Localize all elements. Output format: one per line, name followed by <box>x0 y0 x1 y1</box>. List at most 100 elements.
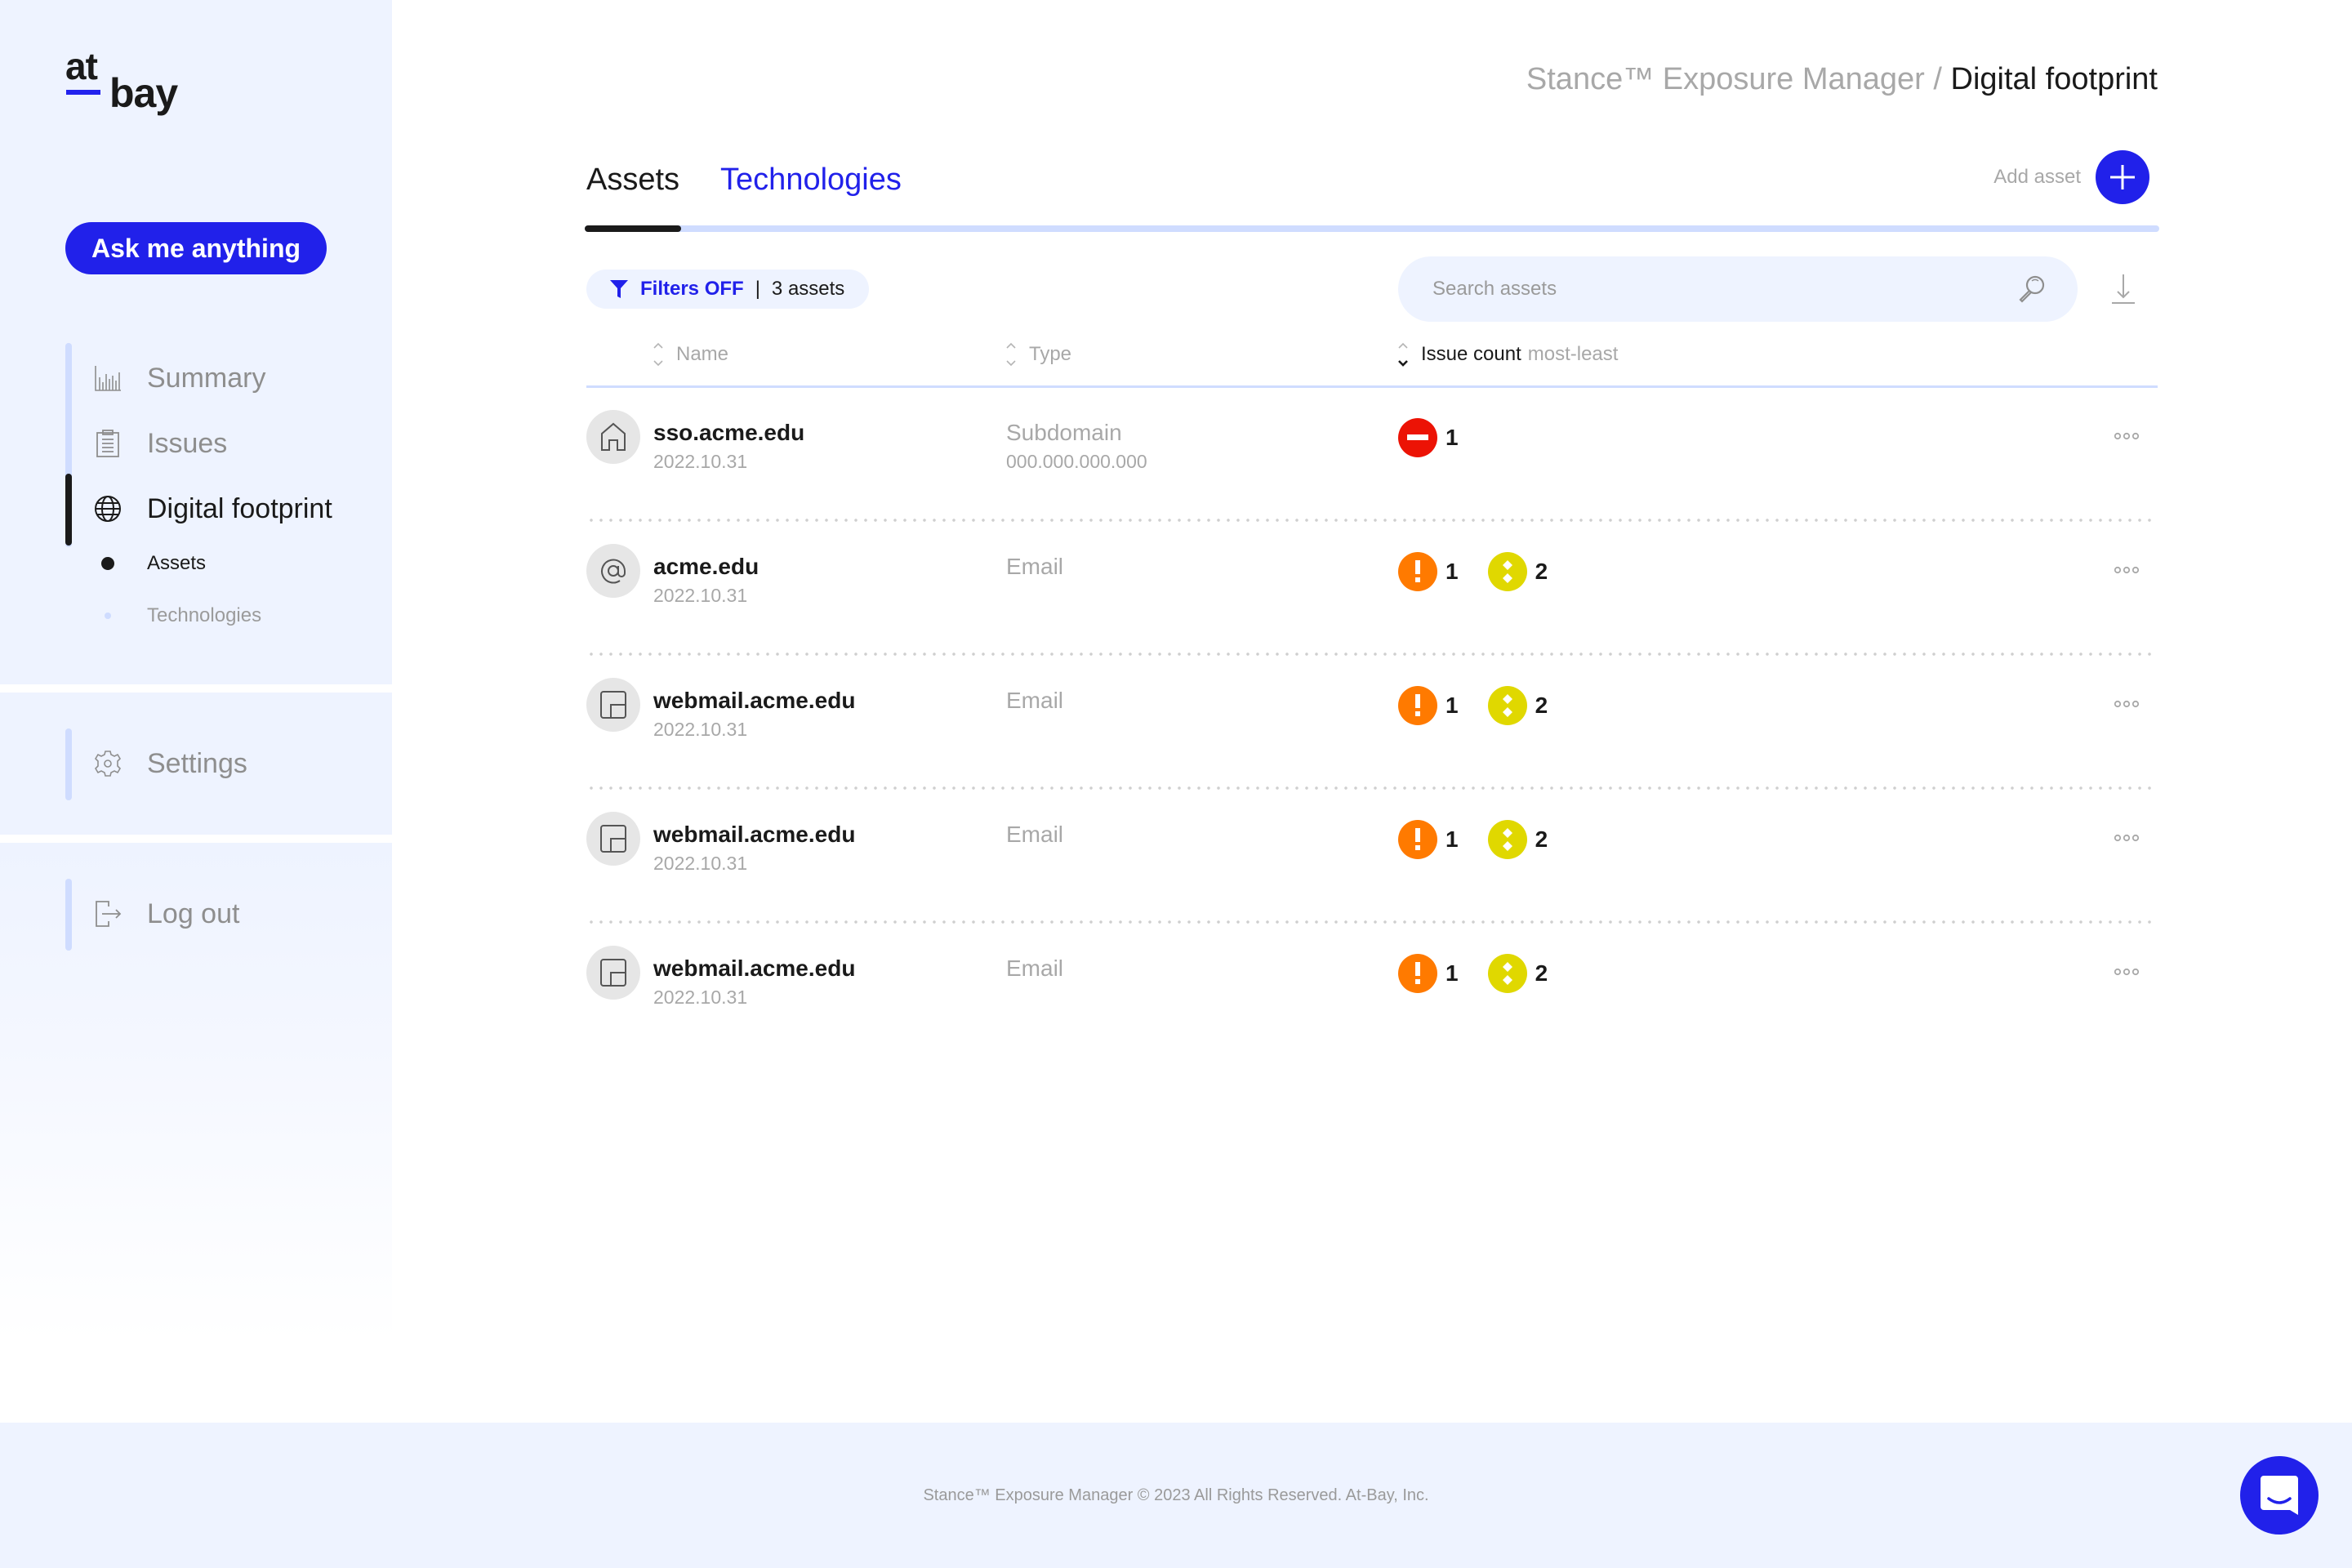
sidebar-item-label: Summary <box>147 362 266 394</box>
tab-technologies[interactable]: Technologies <box>720 163 902 198</box>
table-header-divider <box>586 385 2158 388</box>
asset-date: 2022.10.31 <box>653 585 748 606</box>
table-row[interactable]: webmail.acme.edu 2022.10.31 Email 1 2 <box>586 812 2158 910</box>
asset-name[interactable]: webmail.acme.edu <box>653 956 855 982</box>
table-row[interactable]: webmail.acme.edu 2022.10.31 Email 1 2 <box>586 946 2158 1044</box>
table-row[interactable]: webmail.acme.edu 2022.10.31 Email 1 2 <box>586 678 2158 776</box>
tab-assets[interactable]: Assets <box>586 163 679 198</box>
column-label: Type <box>1029 343 1072 365</box>
table-row[interactable]: sso.acme.edu 2022.10.31 Subdomain 000.00… <box>586 410 2158 508</box>
download-icon[interactable] <box>2109 273 2138 305</box>
issue-badge-medium[interactable]: 2 <box>1487 954 1548 993</box>
more-options-icon[interactable] <box>2112 962 2141 982</box>
chat-button[interactable] <box>2240 1456 2319 1535</box>
gear-icon <box>91 747 124 780</box>
issue-count: 1 <box>1446 425 1459 450</box>
column-header-issue-count[interactable]: Issue count most-least <box>1396 338 1618 371</box>
at-bay-logo[interactable]: at bay <box>65 47 196 121</box>
issue-counts: 1 2 <box>1398 552 1577 591</box>
issue-count: 1 <box>1446 559 1459 584</box>
breadcrumb-current: Digital footprint <box>1950 62 2158 96</box>
more-options-icon[interactable] <box>2112 828 2141 848</box>
logo-at: at <box>65 45 98 87</box>
issue-badge-high[interactable]: 1 <box>1398 552 1459 591</box>
table-row[interactable]: acme.edu 2022.10.31 Email 1 2 <box>586 544 2158 642</box>
sidebar-item-label: Settings <box>147 747 247 779</box>
sidebar-subitem-label: Assets <box>147 552 207 574</box>
issue-counts: 1 2 <box>1398 820 1577 859</box>
issue-badge-high[interactable]: 1 <box>1398 954 1459 993</box>
asset-type: Email <box>1006 688 1064 713</box>
breadcrumb-root[interactable]: Stance™ Exposure Manager <box>1526 62 1925 96</box>
asset-name[interactable]: sso.acme.edu <box>653 420 804 446</box>
issue-count: 2 <box>1535 693 1548 718</box>
issue-count: 1 <box>1446 693 1459 718</box>
issue-badge-medium[interactable]: 2 <box>1487 552 1548 591</box>
row-divider <box>586 653 2158 656</box>
asset-date: 2022.10.31 <box>653 853 748 874</box>
settings-track <box>65 728 72 800</box>
issue-count: 2 <box>1535 960 1548 986</box>
column-header-name[interactable]: Name <box>652 338 728 371</box>
issue-badge-medium[interactable]: 2 <box>1487 686 1548 725</box>
sidebar-subitem-technologies[interactable]: Technologies <box>91 599 261 632</box>
sidebar-item-issues[interactable]: Issues <box>91 421 227 466</box>
sidebar-item-label: Digital footprint <box>147 492 332 524</box>
sort-icon <box>653 342 663 367</box>
issue-badge-medium[interactable]: 2 <box>1487 820 1548 859</box>
chat-icon <box>2261 1476 2298 1515</box>
logout-track <box>65 879 72 951</box>
home-icon <box>586 410 640 464</box>
sidebar-main-section <box>0 0 392 684</box>
more-options-icon[interactable] <box>2112 560 2141 580</box>
filters-separator: | <box>755 278 760 300</box>
issue-badge-high[interactable]: 1 <box>1398 686 1459 725</box>
asset-type: Email <box>1006 956 1064 981</box>
window-icon <box>586 678 640 732</box>
filters-toggle[interactable]: Filters OFF | 3 assets <box>586 270 870 309</box>
tab-bar: Assets Technologies <box>586 155 942 204</box>
asset-count: 3 assets <box>771 278 845 300</box>
asset-type: Subdomain <box>1006 420 1122 445</box>
globe-icon <box>91 492 124 525</box>
issue-badge-critical[interactable]: 1 <box>1398 418 1459 457</box>
sidebar-subitem-assets[interactable]: Assets <box>91 547 206 580</box>
issue-count: 2 <box>1535 826 1548 852</box>
row-divider <box>586 519 2158 522</box>
more-options-icon[interactable] <box>2112 426 2141 446</box>
tab-underline-track <box>585 225 2159 232</box>
asset-name[interactable]: webmail.acme.edu <box>653 822 855 848</box>
sidebar-item-summary[interactable]: Summary <box>91 355 265 401</box>
sort-order-label: most-least <box>1527 343 1619 365</box>
breadcrumb: Stance™ Exposure Manager / Digital footp… <box>1526 62 2158 97</box>
ask-me-anything-button[interactable]: Ask me anything <box>65 222 327 274</box>
at-sign-icon <box>586 544 640 598</box>
sidebar-item-digital-footprint[interactable]: Digital footprint <box>91 486 332 532</box>
asset-type: Email <box>1006 554 1064 579</box>
window-icon <box>586 946 640 1000</box>
add-asset-label: Add asset <box>1993 166 2081 188</box>
issue-counts: 1 <box>1398 418 1488 457</box>
sidebar-item-logout[interactable]: Log out <box>91 891 239 937</box>
copyright-text: Stance™ Exposure Manager © 2023 All Righ… <box>923 1486 1429 1504</box>
sort-icon <box>1006 342 1016 367</box>
sidebar-item-settings[interactable]: Settings <box>91 741 247 786</box>
nav-active-indicator <box>65 474 72 546</box>
inactive-dot-icon <box>91 612 124 619</box>
plus-icon <box>2110 165 2135 189</box>
more-options-icon[interactable] <box>2112 694 2141 714</box>
issue-badge-high[interactable]: 1 <box>1398 820 1459 859</box>
search-icon[interactable] <box>2017 274 2047 304</box>
logout-icon <box>91 898 124 930</box>
column-header-type[interactable]: Type <box>1004 338 1071 371</box>
add-asset-button[interactable] <box>2096 150 2149 204</box>
high-severity-icon <box>1398 552 1437 591</box>
asset-name[interactable]: acme.edu <box>653 554 759 580</box>
row-divider <box>586 786 2158 790</box>
search-input[interactable] <box>1432 256 1988 322</box>
active-dot-icon <box>91 557 124 570</box>
sidebar-item-label: Issues <box>147 427 228 459</box>
column-label: Issue count <box>1421 343 1521 365</box>
critical-severity-icon <box>1398 418 1437 457</box>
asset-name[interactable]: webmail.acme.edu <box>653 688 855 714</box>
